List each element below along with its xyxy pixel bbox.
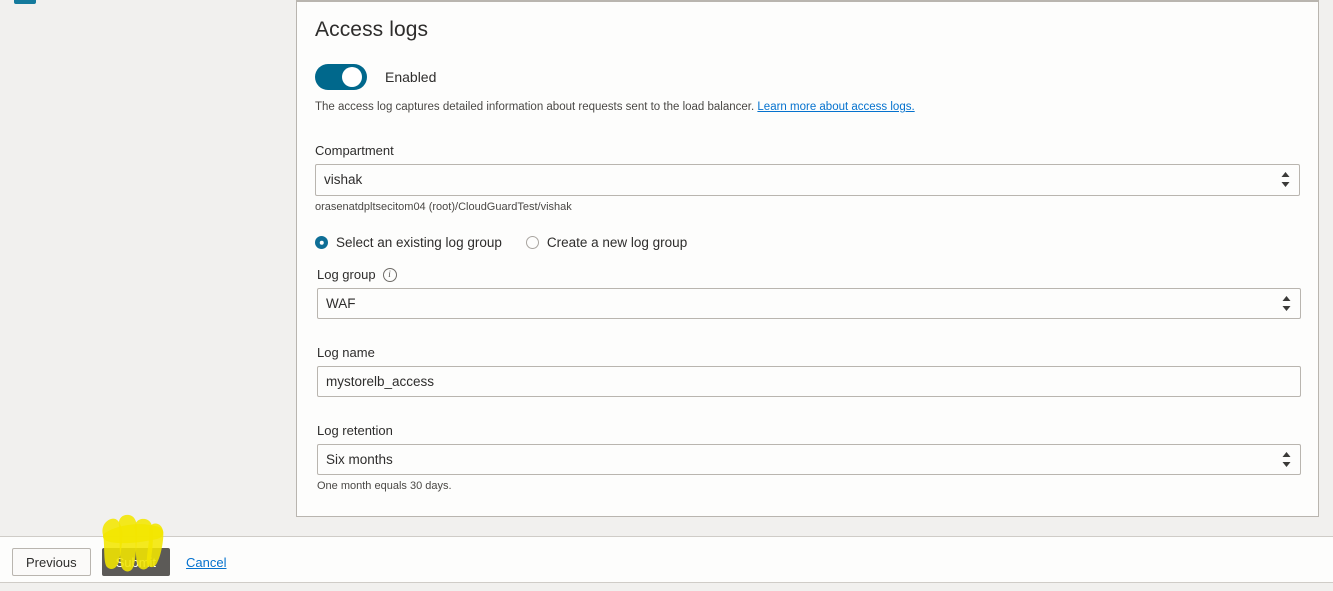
access-logs-card: Access logs Enabled The access log captu… <box>296 0 1319 517</box>
log-group-label: Log group i <box>317 267 1301 282</box>
submit-button[interactable]: Submit <box>102 548 170 576</box>
info-icon[interactable]: i <box>383 268 397 282</box>
log-group-label-text: Log group <box>317 267 376 282</box>
log-group-field: Log group i WAF <box>317 267 1301 319</box>
radio-select-existing-log-group[interactable]: Select an existing log group <box>315 235 502 250</box>
log-name-value: mystorelb_access <box>326 375 434 389</box>
card-content: Access logs Enabled The access log captu… <box>297 2 1318 516</box>
access-logs-description: The access log captures detailed informa… <box>315 101 1300 113</box>
log-name-input[interactable]: mystorelb_access <box>317 366 1301 397</box>
footer-actions: Previous Submit Cancel <box>12 548 227 576</box>
previous-button[interactable]: Previous <box>12 548 91 576</box>
chevron-up-down-icon <box>1280 172 1291 189</box>
wizard-footer: Previous Submit Cancel <box>0 536 1333 583</box>
clipped-teal-fragment <box>14 0 36 4</box>
access-logs-description-text: The access log captures detailed informa… <box>315 101 754 113</box>
compartment-select[interactable]: vishak <box>315 164 1300 196</box>
log-group-select[interactable]: WAF <box>317 288 1301 319</box>
learn-more-link[interactable]: Learn more about access logs. <box>757 101 914 113</box>
access-logs-toggle-row: Enabled <box>315 64 1300 90</box>
log-retention-value: Six months <box>326 453 393 467</box>
toggle-state-label: Enabled <box>385 69 436 85</box>
log-name-label: Log name <box>317 345 1301 360</box>
compartment-label: Compartment <box>315 143 1300 158</box>
radio-indicator-selected <box>315 236 328 249</box>
log-retention-select[interactable]: Six months <box>317 444 1301 475</box>
radio-select-existing-label: Select an existing log group <box>336 235 502 250</box>
compartment-path-helper: orasenatdpltsecitom04 (root)/CloudGuardT… <box>315 201 1300 213</box>
compartment-label-text: Compartment <box>315 143 394 158</box>
log-group-value: WAF <box>326 297 356 311</box>
log-retention-label-text: Log retention <box>317 423 393 438</box>
page-root: Access logs Enabled The access log captu… <box>0 0 1333 591</box>
toggle-knob <box>342 67 362 87</box>
radio-indicator-unselected <box>526 236 539 249</box>
chevron-up-down-icon <box>1281 295 1292 312</box>
radio-create-new-label: Create a new log group <box>547 235 687 250</box>
cancel-link[interactable]: Cancel <box>186 555 226 570</box>
chevron-up-down-icon <box>1281 451 1292 468</box>
compartment-value: vishak <box>324 173 362 187</box>
compartment-field: Compartment vishak orasenatdpltsecitom04… <box>315 143 1300 213</box>
access-logs-toggle[interactable] <box>315 64 367 90</box>
radio-create-new-log-group[interactable]: Create a new log group <box>526 235 687 250</box>
log-retention-label: Log retention <box>317 423 1301 438</box>
log-name-label-text: Log name <box>317 345 375 360</box>
log-retention-field: Log retention Six months One month equal… <box>317 423 1301 492</box>
log-name-field: Log name mystorelb_access <box>317 345 1301 397</box>
log-group-mode-radio-group: Select an existing log group Create a ne… <box>315 235 1300 250</box>
log-retention-helper: One month equals 30 days. <box>317 480 1301 492</box>
page-title: Access logs <box>315 18 1300 42</box>
